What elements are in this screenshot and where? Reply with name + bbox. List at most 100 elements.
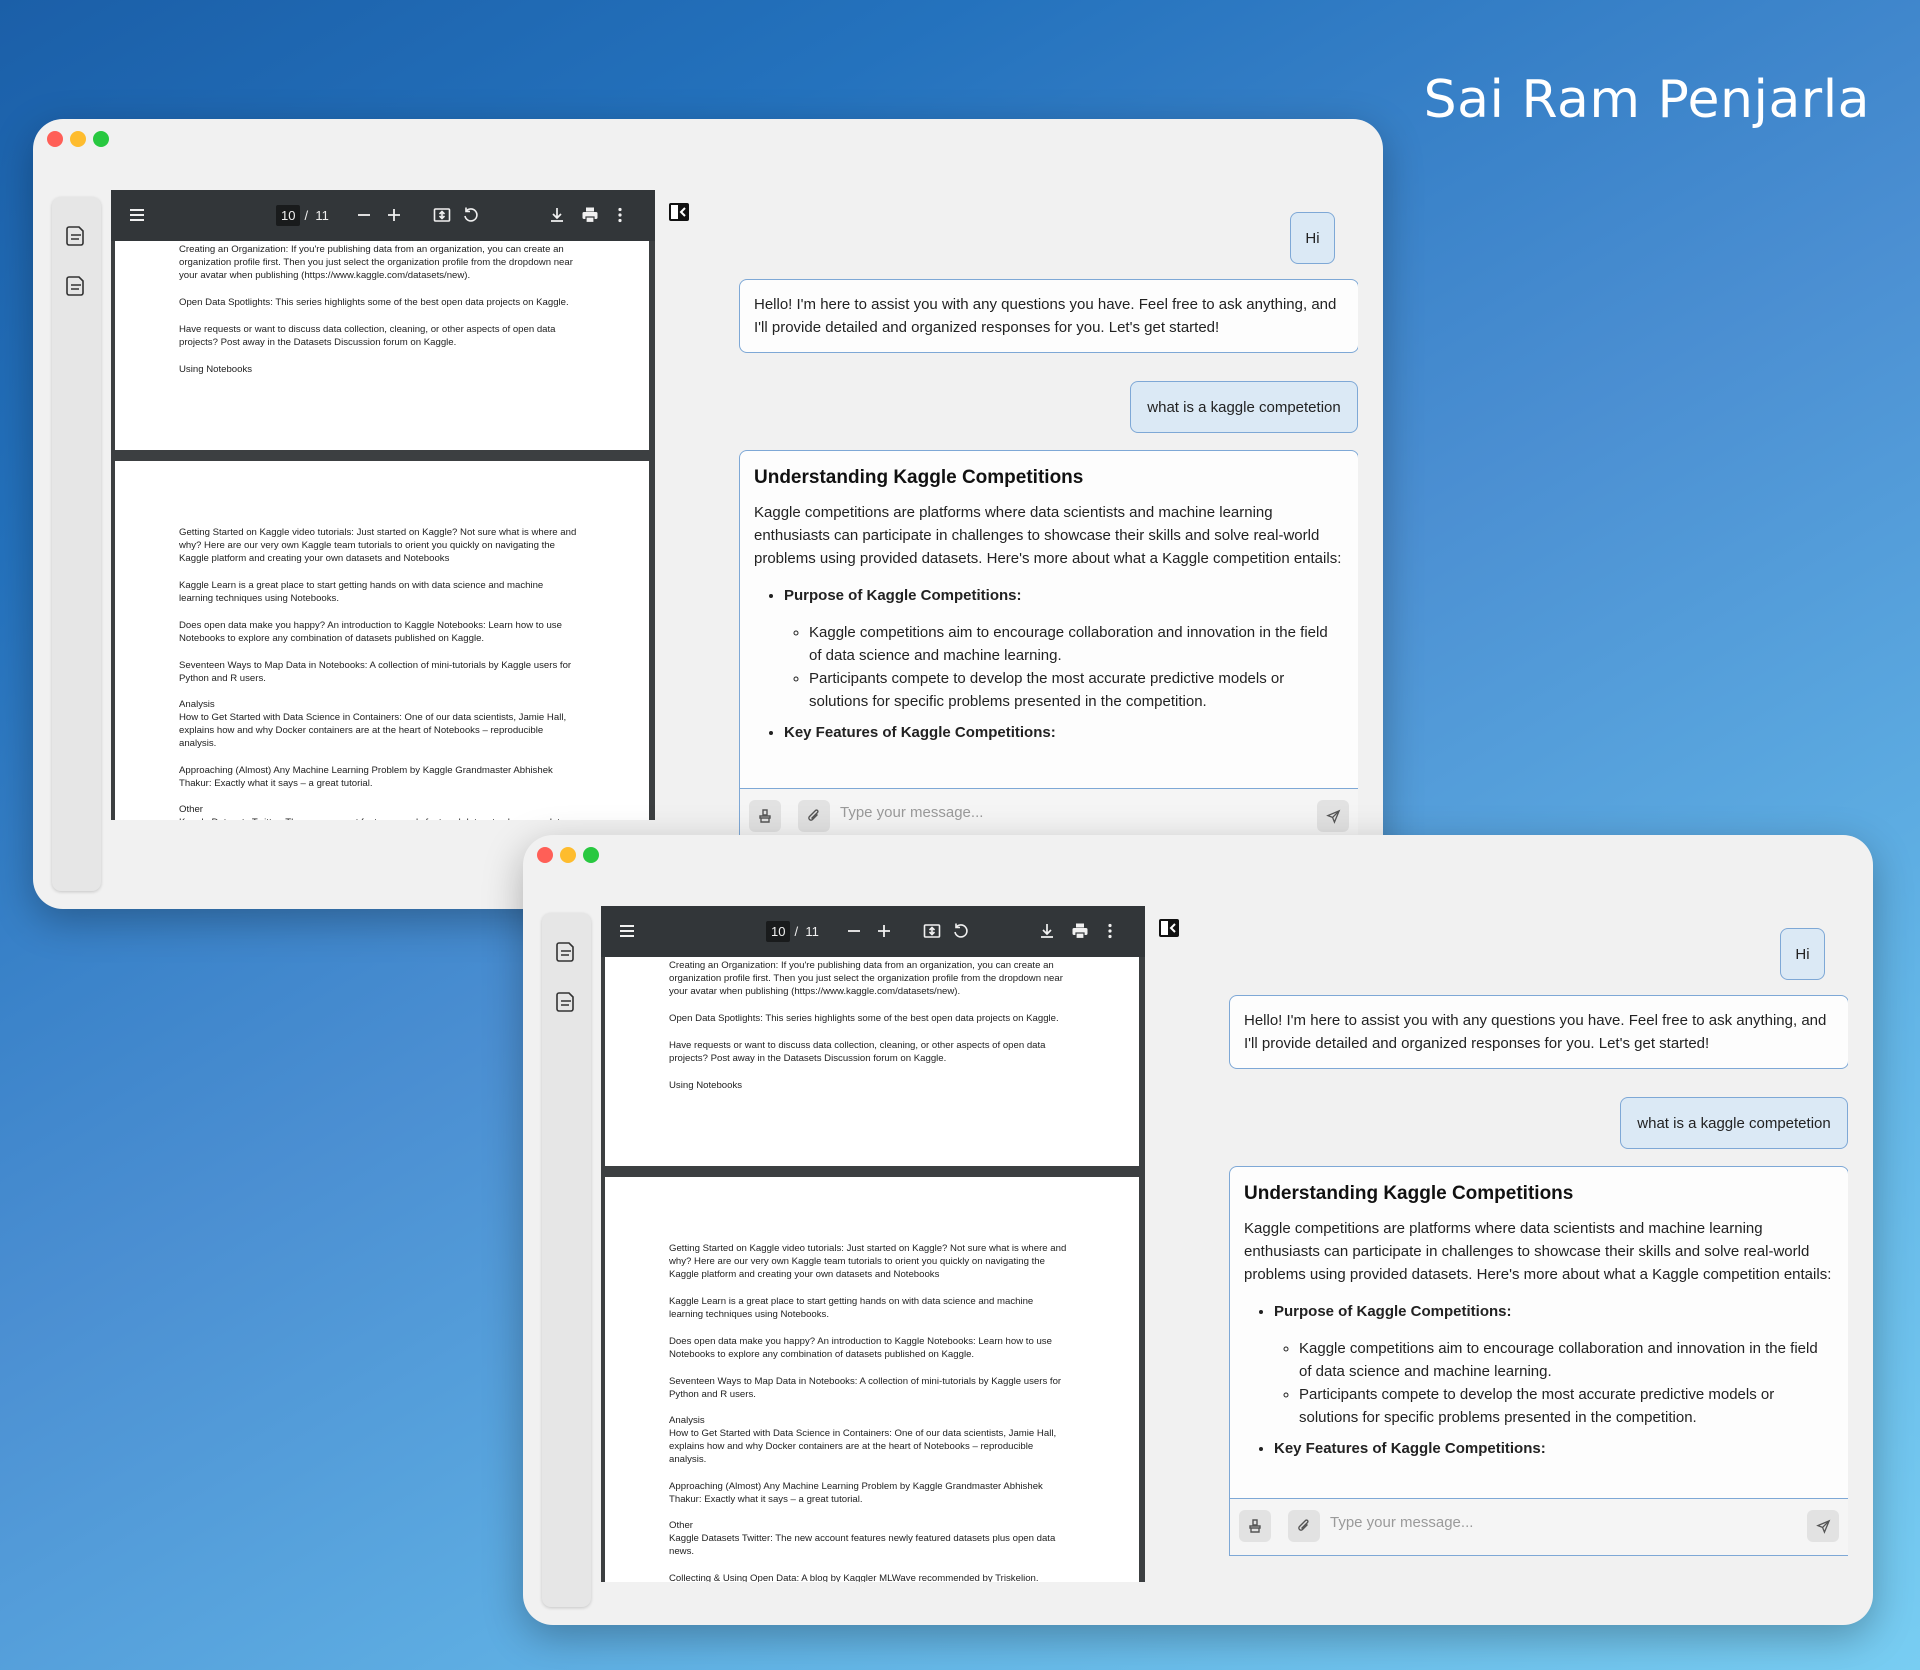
pdf-paragraph: Have requests or want to discuss data co…	[179, 324, 556, 348]
send-button[interactable]	[1317, 800, 1349, 832]
download-icon[interactable]	[547, 205, 567, 225]
answer-section-heading: Key Features of Kaggle Competitions:	[784, 724, 1056, 741]
pdf-paragraph: Does open data make you happy? An introd…	[179, 620, 562, 644]
pdf-paragraph: Approaching (Almost) Any Machine Learnin…	[179, 765, 553, 789]
page-indicator: 10/ 11	[766, 921, 819, 942]
more-options-icon[interactable]	[1100, 921, 1120, 941]
total-pages: 11	[805, 924, 819, 939]
pdf-paragraph: Seventeen Ways to Map Data in Notebooks:…	[179, 660, 572, 684]
bot-answer: Understanding Kaggle Competitions Kaggle…	[739, 450, 1358, 840]
pdf-toolbar: 10/ 11	[111, 190, 655, 241]
minimize-window-button[interactable]	[70, 131, 86, 147]
bot-message: Hello! I'm here to assist you with any q…	[1229, 995, 1848, 1069]
pdf-paragraph: Have requests or want to discuss data co…	[669, 1040, 1046, 1064]
pdf-paragraph: Other Kaggle Datasets Twitter: The new a…	[669, 1520, 1056, 1557]
document-icon[interactable]	[64, 224, 88, 248]
user-message: Hi	[1290, 212, 1335, 264]
zoom-out-icon[interactable]	[844, 921, 864, 941]
pdf-page: Creating an Organization: If you're publ…	[115, 241, 649, 450]
send-icon	[1815, 1519, 1830, 1534]
answer-section-heading: Key Features of Kaggle Competitions:	[1274, 1440, 1546, 1457]
pdf-page: Creating an Organization: If you're publ…	[605, 957, 1139, 1166]
download-icon[interactable]	[1037, 921, 1057, 941]
zoom-out-icon[interactable]	[354, 205, 374, 225]
close-window-button[interactable]	[47, 131, 63, 147]
message-input-bar	[739, 788, 1358, 840]
answer-intro: Kaggle competitions are platforms where …	[1244, 1220, 1832, 1283]
pdf-paragraph: Getting Started on Kaggle video tutorial…	[179, 527, 577, 564]
pdf-page: Getting Started on Kaggle video tutorial…	[605, 1177, 1139, 1582]
total-pages: 11	[315, 208, 329, 223]
answer-title: Understanding Kaggle Competitions	[754, 467, 1084, 488]
document-icon[interactable]	[554, 940, 578, 964]
answer-point: Kaggle competitions aim to encourage col…	[1299, 1337, 1834, 1383]
pdf-paragraph: Open Data Spotlights: This series highli…	[179, 297, 569, 308]
message-input[interactable]	[1330, 1514, 1770, 1531]
answer-point: Kaggle competitions aim to encourage col…	[809, 621, 1344, 667]
attach-button[interactable]	[1288, 1510, 1320, 1542]
answer-intro: Kaggle competitions are platforms where …	[754, 504, 1342, 567]
brush-icon	[1249, 1519, 1261, 1533]
page-number-input[interactable]: 10	[766, 921, 791, 942]
pdf-toolbar: 10/ 11	[601, 906, 1145, 957]
pdf-viewer: 10/ 11 Creating an Organization: If you'…	[111, 190, 655, 820]
rotate-icon[interactable]	[951, 921, 971, 941]
print-icon[interactable]	[580, 205, 600, 225]
collapse-panel-icon[interactable]	[1157, 916, 1181, 940]
answer-point: Participants compete to develop the most…	[1299, 1383, 1834, 1429]
menu-icon[interactable]	[127, 205, 147, 225]
pdf-paragraph: Collecting & Using Open Data: A blog by …	[669, 1573, 1039, 1582]
app-window-front: 10/ 11 Creating an Organization: If you'…	[523, 835, 1873, 1625]
answer-section-heading: Purpose of Kaggle Competitions:	[784, 587, 1022, 604]
author-name: Sai Ram Penjarla	[1423, 70, 1870, 130]
pdf-paragraph: Creating an Organization: If you're publ…	[179, 244, 573, 281]
minimize-window-button[interactable]	[560, 847, 576, 863]
fit-page-icon[interactable]	[922, 921, 942, 941]
message-input[interactable]	[840, 804, 1280, 821]
pdf-paragraph: Using Notebooks	[179, 364, 253, 375]
rotate-icon[interactable]	[461, 205, 481, 225]
pdf-page: Getting Started on Kaggle video tutorial…	[115, 461, 649, 820]
document-icon[interactable]	[554, 990, 578, 1014]
more-options-icon[interactable]	[610, 205, 630, 225]
fit-page-icon[interactable]	[432, 205, 452, 225]
pdf-paragraph: Analysis How to Get Started with Data Sc…	[179, 699, 567, 749]
attach-button[interactable]	[798, 800, 830, 832]
clear-chat-button[interactable]	[749, 800, 781, 832]
clear-chat-button[interactable]	[1239, 1510, 1271, 1542]
pdf-paragraph: Kaggle Learn is a great place to start g…	[669, 1296, 1034, 1320]
close-window-button[interactable]	[537, 847, 553, 863]
brush-icon	[759, 809, 771, 823]
zoom-in-icon[interactable]	[384, 205, 404, 225]
menu-icon[interactable]	[617, 921, 637, 941]
bot-message: Hello! I'm here to assist you with any q…	[739, 279, 1358, 353]
send-button[interactable]	[1807, 1510, 1839, 1542]
pdf-paragraph: Getting Started on Kaggle video tutorial…	[669, 1243, 1067, 1280]
zoom-in-icon[interactable]	[874, 921, 894, 941]
collapse-panel-icon[interactable]	[667, 200, 691, 224]
pdf-viewer: 10/ 11 Creating an Organization: If you'…	[601, 906, 1145, 1582]
pdf-paragraph: Using Notebooks	[669, 1080, 743, 1091]
maximize-window-button[interactable]	[93, 131, 109, 147]
page-number-input[interactable]: 10	[276, 205, 301, 226]
answer-title: Understanding Kaggle Competitions	[1244, 1183, 1574, 1204]
sidebar	[52, 197, 101, 891]
user-message: what is a kaggle competetion	[1130, 381, 1358, 433]
maximize-window-button[interactable]	[583, 847, 599, 863]
pdf-paragraph: Seventeen Ways to Map Data in Notebooks:…	[669, 1376, 1062, 1400]
pdf-paragraph: Analysis How to Get Started with Data Sc…	[669, 1415, 1057, 1465]
chat-panel: Hi Hello! I'm here to assist you with an…	[1228, 906, 1848, 1556]
document-icon[interactable]	[64, 274, 88, 298]
sidebar	[542, 913, 591, 1607]
paperclip-icon	[808, 809, 819, 821]
pdf-paragraph: Approaching (Almost) Any Machine Learnin…	[669, 1481, 1043, 1505]
pdf-paragraph: Open Data Spotlights: This series highli…	[669, 1013, 1059, 1024]
pdf-paragraph: Kaggle Learn is a great place to start g…	[179, 580, 544, 604]
user-message: what is a kaggle competetion	[1620, 1097, 1848, 1149]
answer-section-heading: Purpose of Kaggle Competitions:	[1274, 1303, 1512, 1320]
message-input-bar	[1229, 1498, 1848, 1556]
print-icon[interactable]	[1070, 921, 1090, 941]
chat-panel: Hi Hello! I'm here to assist you with an…	[738, 190, 1358, 840]
paperclip-icon	[1298, 1519, 1309, 1531]
send-icon	[1325, 809, 1340, 824]
